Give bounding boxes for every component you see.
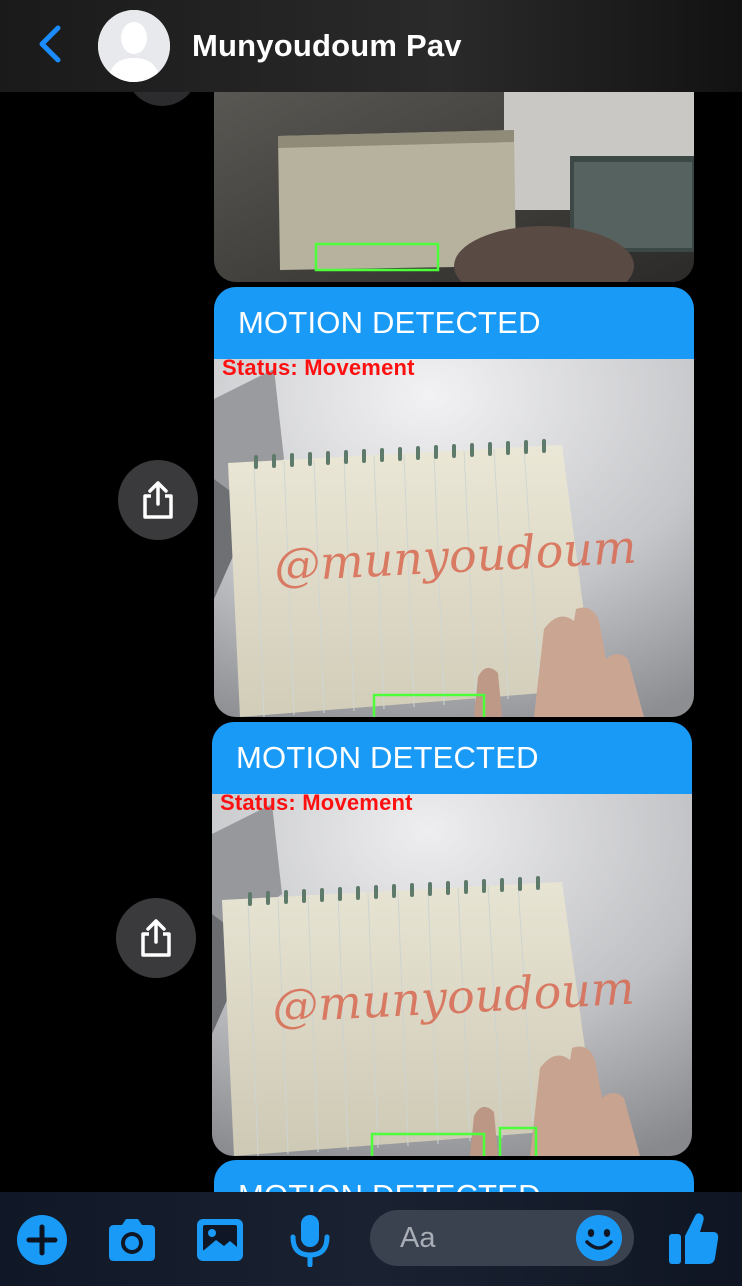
motion-status-overlay: Status: Movement	[220, 794, 413, 815]
emoji-button[interactable]	[574, 1214, 624, 1262]
chevron-left-icon	[39, 25, 61, 63]
message-image-partial[interactable]	[214, 70, 694, 282]
motion-alert-message[interactable]: MOTION DETECTED Status: Movement @munyou…	[212, 722, 692, 1156]
camera-button[interactable]	[104, 1212, 160, 1268]
message-title: MOTION DETECTED	[212, 722, 692, 794]
camera-snapshot: Status: Movement @munyoudoum	[212, 794, 692, 1156]
motion-alert-message-partial[interactable]: MOTION DETECTED	[214, 1160, 694, 1192]
microphone-icon	[290, 1215, 330, 1267]
share-icon	[141, 919, 171, 957]
message-composer-bar	[0, 1192, 742, 1286]
motion-alert-message[interactable]: MOTION DETECTED Status: Movement @munyou…	[214, 287, 694, 717]
back-button[interactable]	[30, 22, 70, 66]
person-placeholder-icon	[98, 10, 170, 82]
contact-name[interactable]: Munyoudoum Pav	[192, 28, 462, 64]
share-icon	[143, 481, 173, 519]
message-title: MOTION DETECTED	[214, 287, 694, 359]
gallery-button[interactable]	[192, 1212, 248, 1268]
smiley-icon	[576, 1215, 622, 1261]
share-button[interactable]	[116, 898, 196, 978]
camera-snapshot	[214, 70, 694, 282]
like-button[interactable]	[664, 1208, 724, 1268]
message-title: MOTION DETECTED	[214, 1160, 694, 1192]
message-composer[interactable]	[370, 1210, 634, 1266]
conversation-header: Munyoudoum Pav	[0, 0, 742, 92]
motion-status-overlay: Status: Movement	[222, 359, 415, 380]
camera-snapshot: Status: Movement @munyoudoum	[214, 359, 694, 717]
conversation-thread: MOTION DETECTED Status: Movement @munyou…	[0, 0, 742, 1192]
more-actions-button[interactable]	[14, 1212, 70, 1268]
plus-circle-icon	[17, 1215, 67, 1265]
share-button[interactable]	[118, 460, 198, 540]
voice-message-button[interactable]	[282, 1212, 338, 1268]
contact-avatar[interactable]	[98, 10, 170, 82]
message-input[interactable]	[400, 1210, 570, 1266]
image-icon	[197, 1219, 243, 1261]
thumbs-up-icon	[669, 1213, 719, 1264]
camera-icon	[109, 1219, 155, 1261]
